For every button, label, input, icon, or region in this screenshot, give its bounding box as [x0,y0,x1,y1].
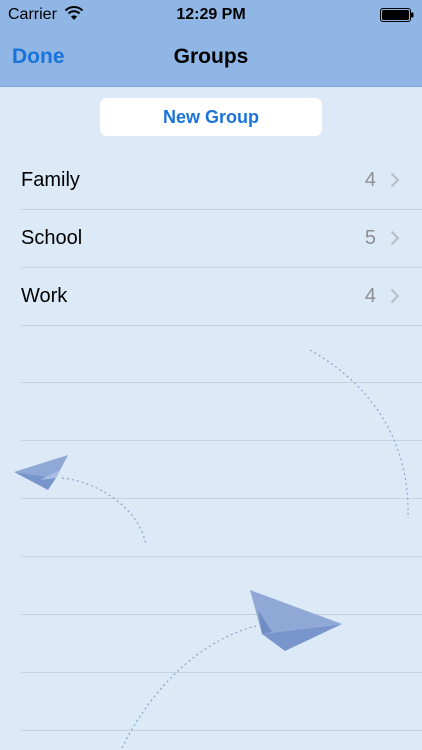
battery-icon [380,8,414,22]
group-name: School [21,227,83,249]
clock: 12:29 PM [176,6,246,23]
chevron-right-icon [390,288,400,304]
navigation-bar: Done Groups [0,30,422,87]
page-title: Groups [173,45,249,68]
group-row-school[interactable]: School 5 [21,210,422,268]
chevron-right-icon [390,230,400,246]
group-count: 4 [364,285,376,307]
empty-list-separators [21,325,422,731]
status-bar: Carrier 12:29 PM [0,0,422,30]
new-group-button[interactable]: New Group [100,98,322,136]
groups-list: Family 4 School 5 Work 4 [0,152,422,326]
group-count: 5 [364,227,376,249]
group-name: Work [21,285,68,307]
group-name: Family [21,169,80,191]
chevron-right-icon [390,172,400,188]
group-row-work[interactable]: Work 4 [21,268,422,326]
group-row-family[interactable]: Family 4 [21,152,422,210]
group-count: 4 [364,169,376,191]
